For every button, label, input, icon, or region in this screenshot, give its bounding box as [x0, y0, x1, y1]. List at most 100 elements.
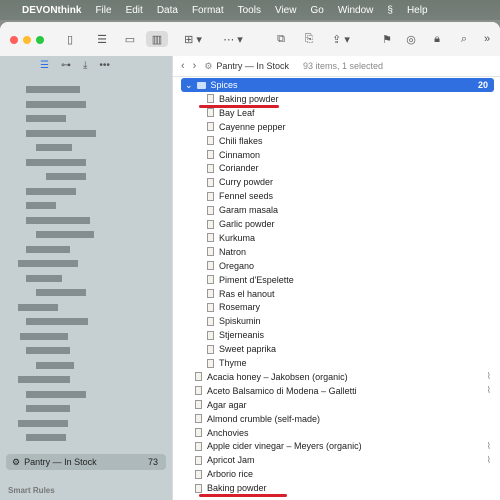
list-item[interactable]: Curry powder: [173, 175, 500, 189]
item-name: Stjerneanis: [219, 330, 265, 341]
annotation-underline: [199, 104, 279, 108]
list-item[interactable]: Baking powder: [173, 92, 500, 106]
list-item[interactable]: Spiskumin: [173, 314, 500, 328]
list-item[interactable]: Rosemary: [173, 300, 500, 314]
view-three-pane-icon[interactable]: ▥: [146, 31, 168, 47]
flag-icon[interactable]: ⚑: [378, 31, 396, 47]
redacted-sidebar-entry: [26, 318, 88, 325]
document-icon: [195, 386, 202, 396]
menu-data[interactable]: Data: [157, 5, 178, 16]
list-item[interactable]: Ras el hanout: [173, 287, 500, 301]
sidebar-item-label: Pantry — In Stock: [24, 457, 97, 467]
list-item[interactable]: Bay Leaf: [173, 106, 500, 120]
item-name: Spiskumin: [219, 316, 261, 327]
close-window-button[interactable]: [10, 36, 18, 44]
sidebar-toggle-icon[interactable]: ▯: [60, 31, 80, 47]
item-name: Garam masala: [219, 205, 279, 216]
search-icon[interactable]: ⌕: [455, 31, 473, 47]
sidebar-item-pantry[interactable]: ⚙ Pantry — In Stock 73: [6, 454, 166, 470]
back-button[interactable]: ‹: [181, 60, 185, 72]
list-item[interactable]: Aceto Balsamico di Modena – Galletti ⌇: [173, 384, 500, 398]
new-item-icon[interactable]: ⊞ ▾: [180, 31, 206, 47]
redacted-sidebar-entry: [36, 144, 72, 151]
list-item[interactable]: Sweet paprika: [173, 342, 500, 356]
list-item[interactable]: Acacia honey – Jakobsen (organic) ⌇: [173, 370, 500, 384]
list-item[interactable]: Piment d'Espelette: [173, 273, 500, 287]
document-icon: [195, 469, 202, 479]
redacted-sidebar-entry: [18, 303, 58, 311]
menu-bar: DEVONthink File Edit Data Format Tools V…: [0, 0, 500, 20]
document-icon: [207, 94, 214, 104]
menu-go[interactable]: Go: [310, 5, 323, 16]
list-item[interactable]: Thyme: [173, 356, 500, 370]
view-list-icon[interactable]: ☰: [92, 31, 112, 47]
item-name: Baking powder: [219, 93, 279, 104]
group-row-spices[interactable]: ⌄ Spices 20: [181, 78, 494, 92]
menu-window[interactable]: Window: [338, 5, 374, 16]
menu-file[interactable]: File: [95, 5, 111, 16]
list-item[interactable]: Oregano: [173, 259, 500, 273]
list-item[interactable]: Garlic powder: [173, 217, 500, 231]
folder-icon: [196, 81, 206, 89]
item-name: Fennel seeds: [219, 191, 274, 202]
app-menu[interactable]: DEVONthink: [22, 5, 81, 16]
import-icon[interactable]: ⤓: [83, 60, 87, 71]
lock-icon[interactable]: 🔒︎: [428, 31, 446, 47]
paperclip-icon: ⌇: [486, 385, 491, 396]
document-icon: [207, 289, 214, 298]
list-item[interactable]: Fennel seeds: [173, 189, 500, 203]
breadcrumb[interactable]: Pantry — In Stock: [216, 61, 289, 71]
list-item[interactable]: Anchovies: [173, 426, 500, 440]
zoom-window-button[interactable]: [36, 36, 44, 44]
sidebar-tabs: ☰ ⊶ ⤓ •••: [40, 60, 110, 71]
main-window: ▯ ☰ ▭ ▥ ⊞ ▾ ⋯ ▾ ⧉ ⎘ ⇪ ▾ ⚑ ◎ 🔒︎ ⌕ » ☰ ⊶ ⤓…: [0, 22, 500, 500]
document-icon: [207, 163, 214, 173]
share-icon[interactable]: ⇪ ▾: [328, 31, 354, 47]
list-item[interactable]: Garam masala: [173, 203, 500, 217]
menu-tools[interactable]: Tools: [238, 5, 261, 16]
script-menu-icon[interactable]: §: [387, 5, 393, 16]
paperclip-icon: ⌇: [486, 454, 491, 465]
overflow-icon[interactable]: »: [480, 31, 494, 47]
list-item[interactable]: Cayenne pepper: [173, 120, 500, 134]
list-icon[interactable]: ☰: [40, 60, 49, 71]
view-split-icon[interactable]: ▭: [120, 31, 140, 47]
list-item[interactable]: Arborio rice: [173, 467, 500, 481]
menu-edit[interactable]: Edit: [126, 5, 143, 16]
document-icon: [195, 372, 202, 382]
redacted-sidebar-entry: [26, 216, 90, 224]
list-item[interactable]: Coriander: [173, 161, 500, 175]
menu-view[interactable]: View: [275, 5, 297, 16]
item-count: 73: [147, 457, 158, 467]
menu-help[interactable]: Help: [407, 5, 428, 16]
list-item[interactable]: Agar agar: [173, 398, 500, 412]
minimize-window-button[interactable]: [23, 36, 31, 44]
document-icon: [207, 136, 214, 146]
list-item[interactable]: Stjerneanis: [173, 328, 500, 342]
redacted-sidebar-entry: [18, 376, 70, 383]
list-item[interactable]: Cinnamon: [173, 148, 500, 162]
redacted-sidebar-entry: [20, 332, 68, 340]
forward-button[interactable]: ›: [193, 60, 197, 72]
gear-icon: ⚙: [12, 456, 21, 467]
list-item[interactable]: Kurkuma: [173, 231, 500, 245]
more-icon[interactable]: •••: [99, 60, 110, 71]
list-item[interactable]: Natron: [173, 245, 500, 259]
annotation-underline: [199, 494, 287, 497]
inbox-icon[interactable]: ⎘: [300, 31, 318, 47]
list-item[interactable]: Apple cider vinegar – Meyers (organic) ⌇: [173, 439, 500, 453]
redacted-sidebar-entry: [46, 173, 86, 180]
list-item[interactable]: Baking powder: [173, 481, 500, 495]
list-item[interactable]: Almond crumble (self-made): [173, 412, 500, 426]
glasses-icon[interactable]: ⊶: [61, 60, 71, 71]
more-actions-icon[interactable]: ⋯ ▾: [220, 31, 246, 47]
redacted-sidebar-entry: [26, 129, 96, 137]
target-icon[interactable]: ◎: [402, 31, 420, 47]
menu-format[interactable]: Format: [192, 5, 224, 16]
list-item[interactable]: Apricot Jam ⌇: [173, 453, 500, 467]
document-icon: [195, 414, 202, 424]
list-item[interactable]: Chili flakes: [173, 134, 500, 148]
document-icon: [207, 275, 214, 285]
duplicate-icon[interactable]: ⧉: [272, 31, 290, 47]
item-list-pane: ‹ › ⚙ Pantry — In Stock 93 items, 1 sele…: [172, 56, 500, 500]
